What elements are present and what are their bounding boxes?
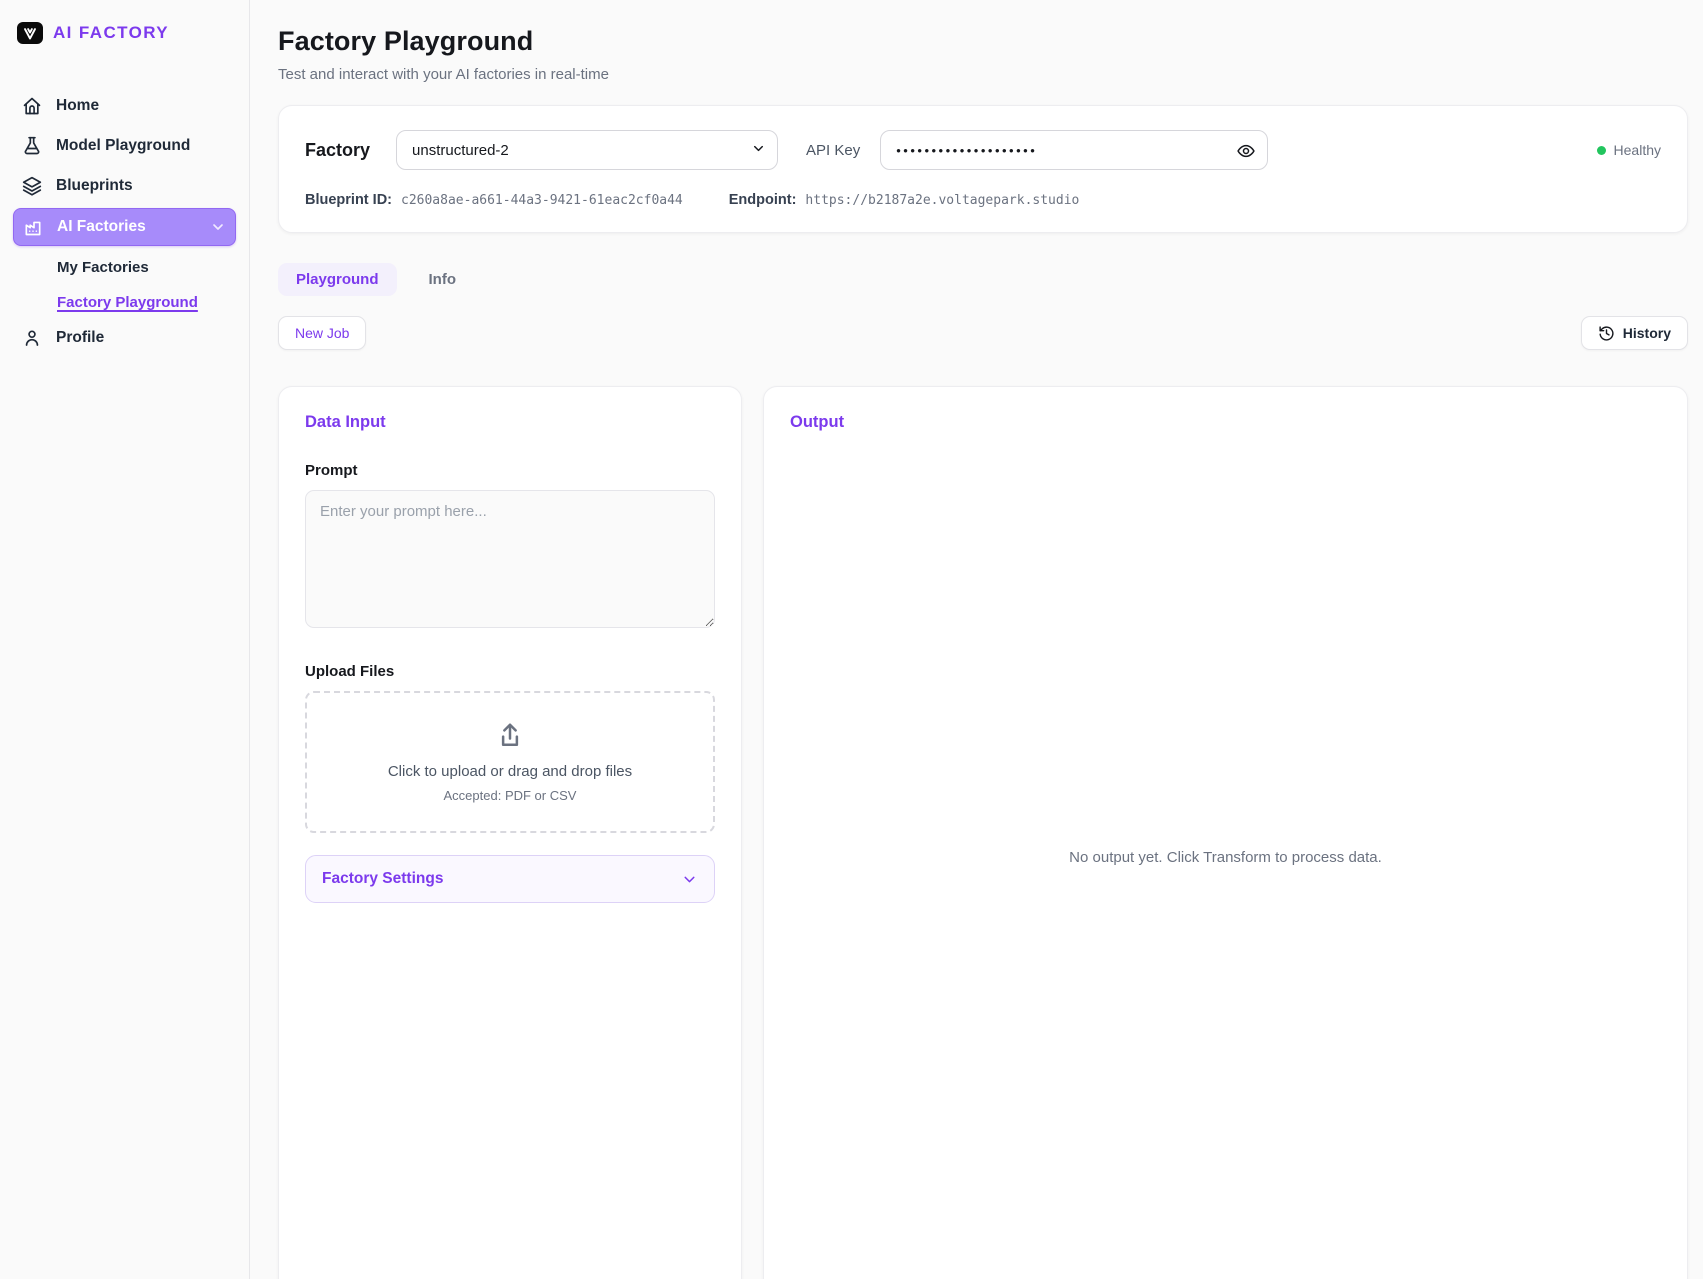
history-button[interactable]: History bbox=[1580, 316, 1688, 350]
factory-settings-label: Factory Settings bbox=[322, 870, 444, 887]
prompt-label: Prompt bbox=[305, 462, 358, 479]
status-dot-icon bbox=[1596, 145, 1606, 155]
dropzone-hint: Accepted: PDF or CSV bbox=[443, 788, 577, 803]
factory-config-card: Factory unstructured-2 API Key •••••••••… bbox=[278, 105, 1688, 233]
page-subtitle: Test and interact with your AI factories… bbox=[278, 66, 609, 83]
sidebar-item-home[interactable]: Home bbox=[13, 88, 236, 124]
endpoint-label: Endpoint: bbox=[728, 192, 797, 208]
factory-settings-toggle[interactable]: Factory Settings bbox=[305, 855, 715, 903]
output-title: Output bbox=[790, 413, 845, 431]
sidebar-item-label: Model Playground bbox=[56, 137, 191, 154]
page-title: Factory Playground bbox=[278, 26, 534, 56]
status-text: Healthy bbox=[1613, 142, 1661, 158]
history-clock-icon bbox=[1598, 325, 1615, 342]
file-dropzone[interactable]: Click to upload or drag and drop files A… bbox=[305, 691, 715, 833]
sidebar-item-label: Blueprints bbox=[56, 177, 133, 194]
blueprint-id-value: c260a8ae-a661-44a3-9421-61eac2cf0a44 bbox=[401, 193, 683, 208]
toggle-api-key-visibility-button[interactable] bbox=[1234, 139, 1258, 163]
sidebar-item-model-playground[interactable]: Model Playground bbox=[13, 128, 236, 164]
sidebar-item-profile[interactable]: Profile bbox=[13, 320, 236, 356]
new-job-button-label: New Job bbox=[295, 325, 350, 341]
chevron-down-icon bbox=[210, 219, 226, 235]
endpoint-value: https://b2187a2e.voltagepark.studio bbox=[805, 193, 1080, 208]
sidebar-item-blueprints[interactable]: Blueprints bbox=[13, 168, 236, 204]
sidebar-item-label: AI Factories bbox=[57, 218, 146, 235]
home-icon bbox=[22, 96, 42, 116]
sidebar-item-my-factories[interactable]: My Factories bbox=[13, 250, 236, 285]
api-key-label: API Key bbox=[806, 141, 861, 159]
data-input-title: Data Input bbox=[305, 413, 386, 431]
user-icon bbox=[22, 328, 42, 348]
eye-icon bbox=[1236, 141, 1256, 161]
brand-name: AI FACTORY bbox=[53, 23, 170, 42]
sidebar-item-ai-factories[interactable]: AI Factories bbox=[13, 208, 236, 246]
new-job-button[interactable]: New Job bbox=[278, 316, 367, 350]
history-button-label: History bbox=[1622, 325, 1671, 341]
prompt-textarea[interactable] bbox=[305, 490, 715, 628]
health-status: Healthy bbox=[1596, 142, 1661, 158]
sidebar-item-label: Home bbox=[56, 97, 100, 114]
tab-info[interactable]: Info bbox=[411, 263, 475, 296]
dropzone-text: Click to upload or drag and drop files bbox=[387, 763, 633, 780]
sidebar-item-factory-playground[interactable]: Factory Playground bbox=[13, 285, 236, 320]
sidebar: AI FACTORY Home Model Playground Bluepri… bbox=[0, 0, 250, 1279]
voltage-v-logo-icon bbox=[17, 22, 43, 44]
chevron-down-icon bbox=[681, 871, 698, 888]
layers-icon bbox=[22, 176, 42, 196]
output-panel: Output No output yet. Click Transform to… bbox=[763, 386, 1688, 1279]
upload-files-label: Upload Files bbox=[305, 663, 395, 680]
sidebar-nav: Home Model Playground Blueprints AI Fact… bbox=[13, 88, 236, 356]
main-content: Factory Playground Test and interact wit… bbox=[250, 0, 1703, 1279]
flask-icon bbox=[22, 136, 42, 156]
factory-icon bbox=[23, 217, 43, 237]
blueprint-id-label: Blueprint ID: bbox=[305, 192, 392, 208]
factory-label: Factory bbox=[305, 139, 371, 160]
tab-bar: Playground Info bbox=[278, 263, 1688, 296]
playground-panels: Data Input Prompt Upload Files Click to … bbox=[278, 386, 1688, 1279]
data-input-panel: Data Input Prompt Upload Files Click to … bbox=[278, 386, 742, 1279]
output-empty-message: No output yet. Click Transform to proces… bbox=[1069, 849, 1382, 866]
upload-icon bbox=[495, 721, 525, 751]
sidebar-item-label: Profile bbox=[56, 329, 105, 346]
brand-logo[interactable]: AI FACTORY bbox=[13, 22, 236, 44]
factory-select[interactable]: unstructured-2 bbox=[396, 130, 779, 170]
tab-playground[interactable]: Playground bbox=[278, 263, 397, 296]
job-toolbar: New Job History bbox=[278, 316, 1688, 350]
api-key-input[interactable] bbox=[880, 130, 1269, 170]
